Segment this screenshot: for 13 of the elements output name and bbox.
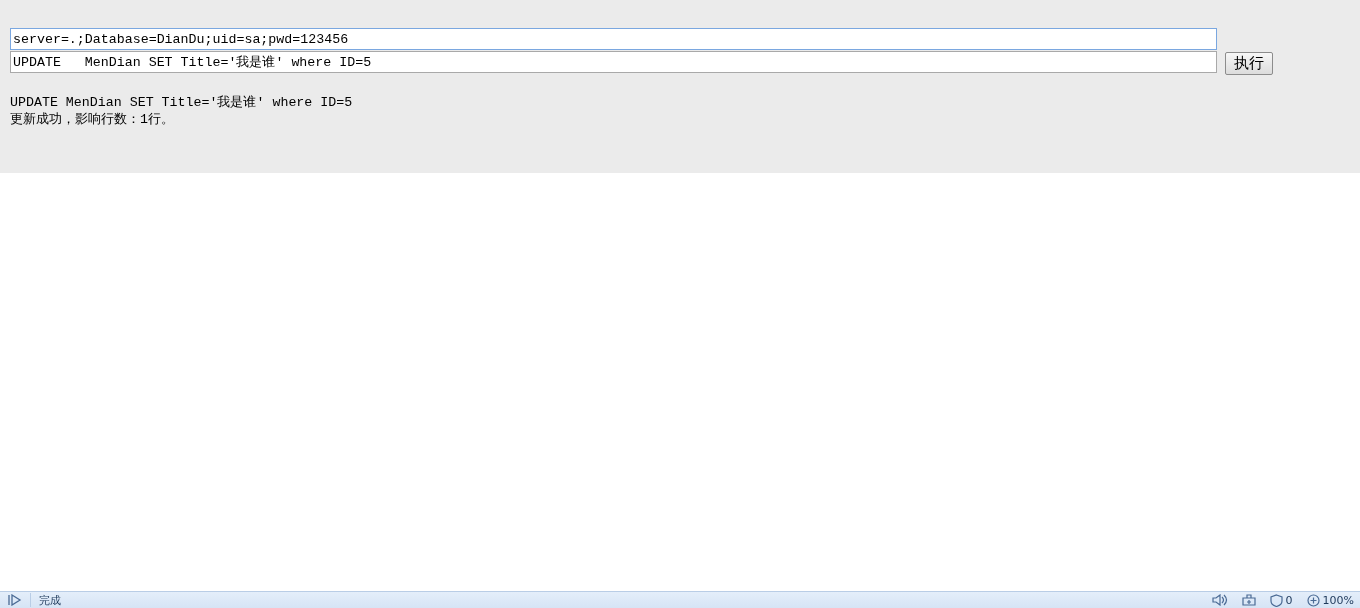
connection-string-field[interactable]: server=.;Database=DianDu;uid=sa;pwd=123456 [10, 28, 1217, 50]
speaker-icon[interactable] [1211, 594, 1228, 606]
play-icon[interactable] [8, 594, 22, 606]
execute-button[interactable]: 执行 [1225, 52, 1273, 75]
zoom-icon[interactable] [1306, 593, 1320, 607]
zoom-level[interactable]: 100% [1322, 593, 1354, 607]
output-line: 更新成功，影响行数：1行。 [10, 111, 175, 128]
sql-field[interactable]: UPDATE MenDian SET Title='我是谁' where ID=5 [10, 51, 1217, 73]
toolbox-icon[interactable] [1241, 594, 1256, 606]
blocked-count: 0 [1285, 593, 1293, 607]
output-line: UPDATE MenDian SET Title='我是谁' where ID=5 [10, 94, 354, 111]
status-text: 完成 [39, 592, 61, 608]
shield-icon[interactable] [1269, 593, 1283, 607]
